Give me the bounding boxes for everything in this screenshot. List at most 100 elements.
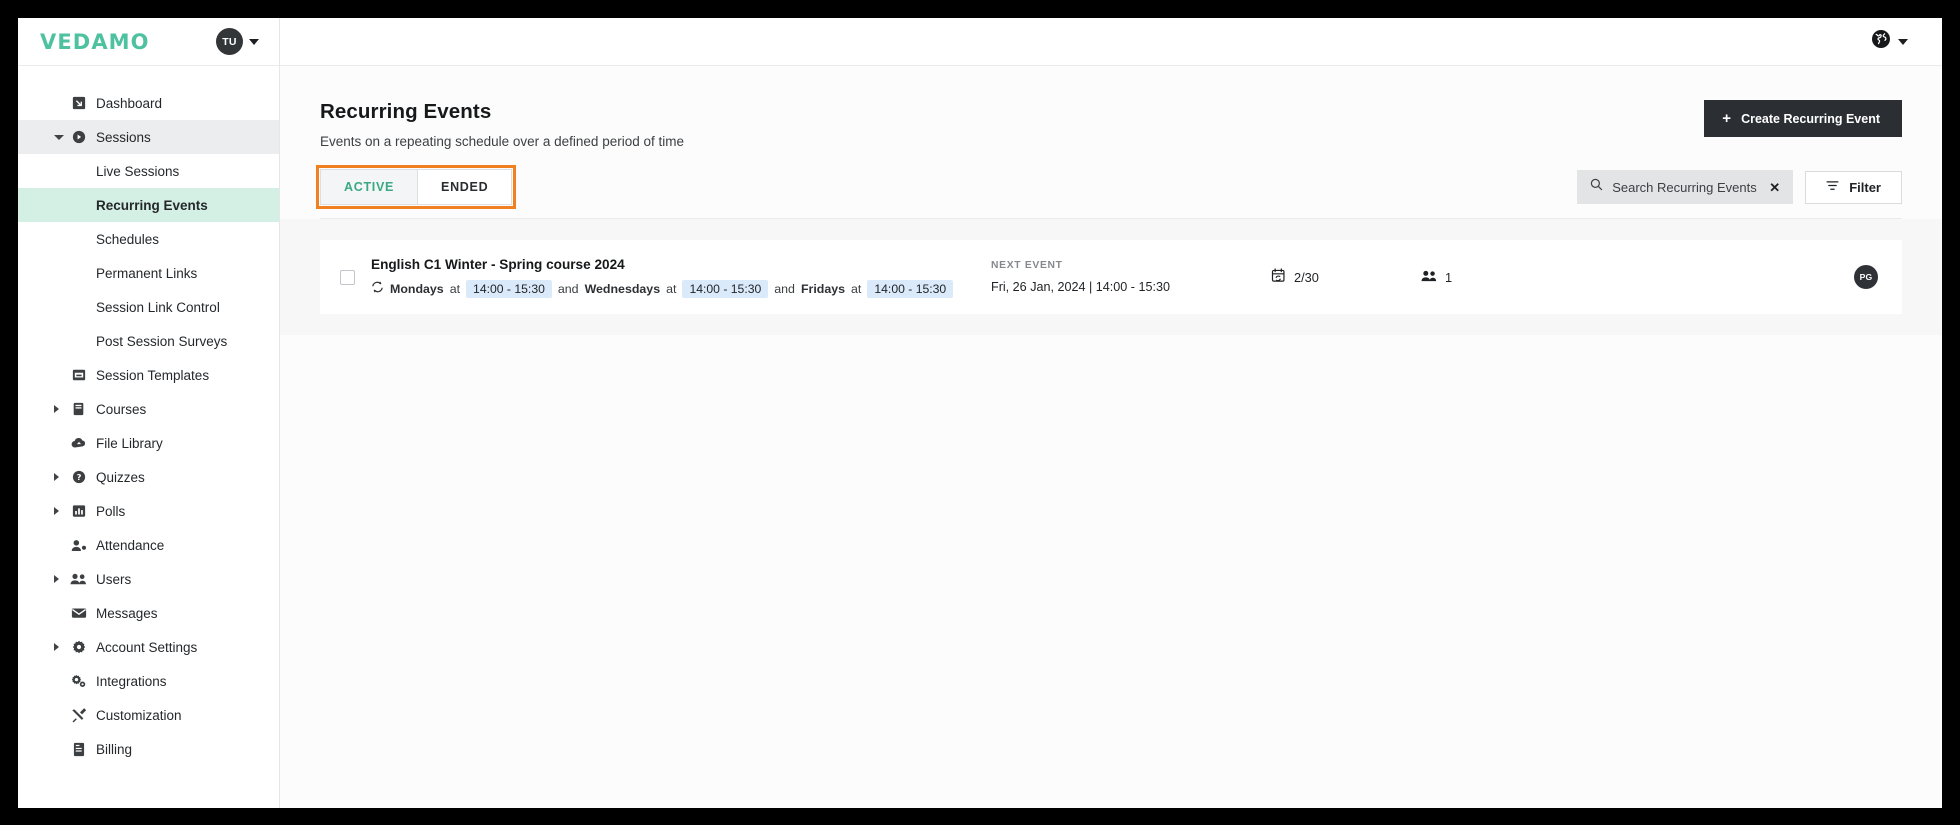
occurrences-column: 2/30 xyxy=(1271,268,1421,286)
sidebar-header: VEDAMO TU xyxy=(18,18,279,66)
tab-active[interactable]: ACTIVE xyxy=(321,170,418,204)
chevron-right-icon xyxy=(54,507,59,515)
sidebar-item-schedules[interactable]: Schedules xyxy=(18,222,279,256)
participants-column: 1 xyxy=(1421,270,1691,285)
sidebar-item-session-templates[interactable]: Session Templates xyxy=(18,358,279,392)
sidebar-item-sessions[interactable]: Sessions xyxy=(18,120,279,154)
chevron-right-icon xyxy=(54,643,59,651)
sidebar-item-billing[interactable]: Billing xyxy=(18,732,279,766)
recurrence-at: at xyxy=(851,281,862,296)
plus-icon: + xyxy=(1722,110,1732,127)
main-area: Recurring Events Events on a repeating s… xyxy=(280,18,1942,808)
svg-text:?: ? xyxy=(76,472,81,482)
sidebar-item-messages[interactable]: Messages xyxy=(18,596,279,630)
recurrence-time-chip: 14:00 - 15:30 xyxy=(867,279,954,298)
sidebar-item-label: Account Settings xyxy=(96,639,198,655)
play-circle-icon xyxy=(70,130,87,145)
sidebar-subitem-label: Recurring Events xyxy=(96,197,208,213)
recurrence-at: at xyxy=(666,281,677,296)
next-event-label: NEXT EVENT xyxy=(991,260,1063,271)
user-avatar[interactable]: TU xyxy=(216,28,243,55)
page-subtitle: Events on a repeating schedule over a de… xyxy=(320,134,684,149)
sidebar-item-label: Polls xyxy=(96,503,126,519)
sidebar-subitem-label: Session Link Control xyxy=(96,299,220,315)
gear-icon xyxy=(70,640,87,655)
sidebar-item-label: Dashboard xyxy=(96,95,163,111)
sidebar-item-label: Quizzes xyxy=(96,469,145,485)
sidebar-item-label: Courses xyxy=(96,401,147,417)
app-logo[interactable]: VEDAMO xyxy=(40,30,150,54)
sidebar-item-polls[interactable]: Polls xyxy=(18,494,279,528)
next-event-column: NEXT EVENT Fri, 26 Jan, 2024 | 14:00 - 1… xyxy=(991,260,1271,294)
question-circle-icon: ? xyxy=(70,470,87,485)
tab-ended[interactable]: ENDED xyxy=(417,170,512,204)
recurrence-day: Mondays xyxy=(390,281,444,296)
sidebar-item-recurring-events[interactable]: Recurring Events xyxy=(18,188,279,222)
people-icon xyxy=(70,572,87,587)
chevron-right-icon xyxy=(54,405,59,413)
search-placeholder: Search Recurring Events xyxy=(1612,179,1757,195)
event-info: English C1 Winter - Spring course 2024 M… xyxy=(371,257,991,298)
sidebar-item-session-link-control[interactable]: Session Link Control xyxy=(18,290,279,324)
create-button-label: Create Recurring Event xyxy=(1741,111,1880,126)
recurrence-time-chip: 14:00 - 15:30 xyxy=(466,279,552,298)
top-bar xyxy=(280,18,1942,66)
sidebar-item-dashboard[interactable]: Dashboard xyxy=(18,86,279,120)
events-list: English C1 Winter - Spring course 2024 M… xyxy=(280,219,1942,335)
filter-button[interactable]: Filter xyxy=(1805,170,1902,204)
next-event-value: Fri, 26 Jan, 2024 | 14:00 - 15:30 xyxy=(991,280,1170,294)
chevron-down-icon xyxy=(54,134,64,140)
sidebar-item-label: Messages xyxy=(96,605,158,621)
sidebar-subitem-label: Schedules xyxy=(96,231,160,247)
search-icon xyxy=(1590,178,1603,196)
recurrence-day: Wednesdays xyxy=(584,281,661,296)
event-recurrence: Mondays at 14:00 - 15:30 and Wednesdays … xyxy=(371,279,991,298)
gears-icon xyxy=(70,674,87,689)
create-recurring-event-button[interactable]: + Create Recurring Event xyxy=(1704,100,1902,137)
sidebar-item-file-library[interactable]: File Library xyxy=(18,426,279,460)
funnel-icon xyxy=(1826,180,1839,195)
dashboard-arrow-icon xyxy=(70,96,87,111)
sidebar-item-users[interactable]: Users xyxy=(18,562,279,596)
sidebar-item-permanent-links[interactable]: Permanent Links xyxy=(18,256,279,290)
sidebar-item-label: File Library xyxy=(96,435,163,451)
template-icon xyxy=(70,368,87,383)
participants-value: 1 xyxy=(1445,269,1453,285)
toolbar-row: ACTIVE ENDED Search Recurring Events ✕ F… xyxy=(315,165,1902,209)
page-content: Recurring Events Events on a repeating s… xyxy=(280,66,1942,808)
sidebar-item-attendance[interactable]: Attendance xyxy=(18,528,279,562)
status-tabs: ACTIVE ENDED xyxy=(315,165,517,209)
event-title[interactable]: English C1 Winter - Spring course 2024 xyxy=(371,257,991,272)
sidebar-item-customization[interactable]: Customization xyxy=(18,698,279,732)
sidebar-item-courses[interactable]: Courses xyxy=(18,392,279,426)
recurrence-conj: and xyxy=(557,281,579,296)
sidebar-item-label: Billing xyxy=(96,741,133,757)
search-input[interactable]: Search Recurring Events ✕ xyxy=(1577,170,1794,204)
sidebar-subitem-label: Live Sessions xyxy=(96,163,180,179)
user-menu[interactable]: TU xyxy=(216,28,259,55)
chevron-down-icon xyxy=(249,38,259,45)
app-window: VEDAMO TU Dashboard Sessions Live Sessio… xyxy=(18,18,1942,808)
sidebar-item-quizzes[interactable]: ? Quizzes xyxy=(18,460,279,494)
sidebar-item-live-sessions[interactable]: Live Sessions xyxy=(18,154,279,188)
table-row[interactable]: English C1 Winter - Spring course 2024 M… xyxy=(320,240,1902,314)
chevron-down-icon[interactable] xyxy=(1898,38,1908,45)
cloud-icon xyxy=(70,436,87,451)
envelope-icon xyxy=(70,606,87,621)
row-checkbox[interactable] xyxy=(340,269,355,285)
people-icon xyxy=(1421,270,1437,285)
sidebar: VEDAMO TU Dashboard Sessions Live Sessio… xyxy=(18,18,280,808)
occurrences-value: 2/30 xyxy=(1294,269,1319,285)
sidebar-nav: Dashboard Sessions Live Sessions Recurri… xyxy=(18,66,279,808)
sidebar-item-integrations[interactable]: Integrations xyxy=(18,664,279,698)
globe-icon[interactable] xyxy=(1871,29,1891,54)
sidebar-item-label: Sessions xyxy=(96,129,151,145)
avatar[interactable]: PG xyxy=(1854,265,1878,289)
recurrence-time-chip: 14:00 - 15:30 xyxy=(682,279,769,298)
sidebar-item-account-settings[interactable]: Account Settings xyxy=(18,630,279,664)
sidebar-item-post-session-surveys[interactable]: Post Session Surveys xyxy=(18,324,279,358)
chevron-right-icon xyxy=(54,575,59,583)
recurrence-at: at xyxy=(449,281,461,296)
clear-search-icon[interactable]: ✕ xyxy=(1769,181,1780,194)
sidebar-subitem-label: Permanent Links xyxy=(96,265,198,281)
